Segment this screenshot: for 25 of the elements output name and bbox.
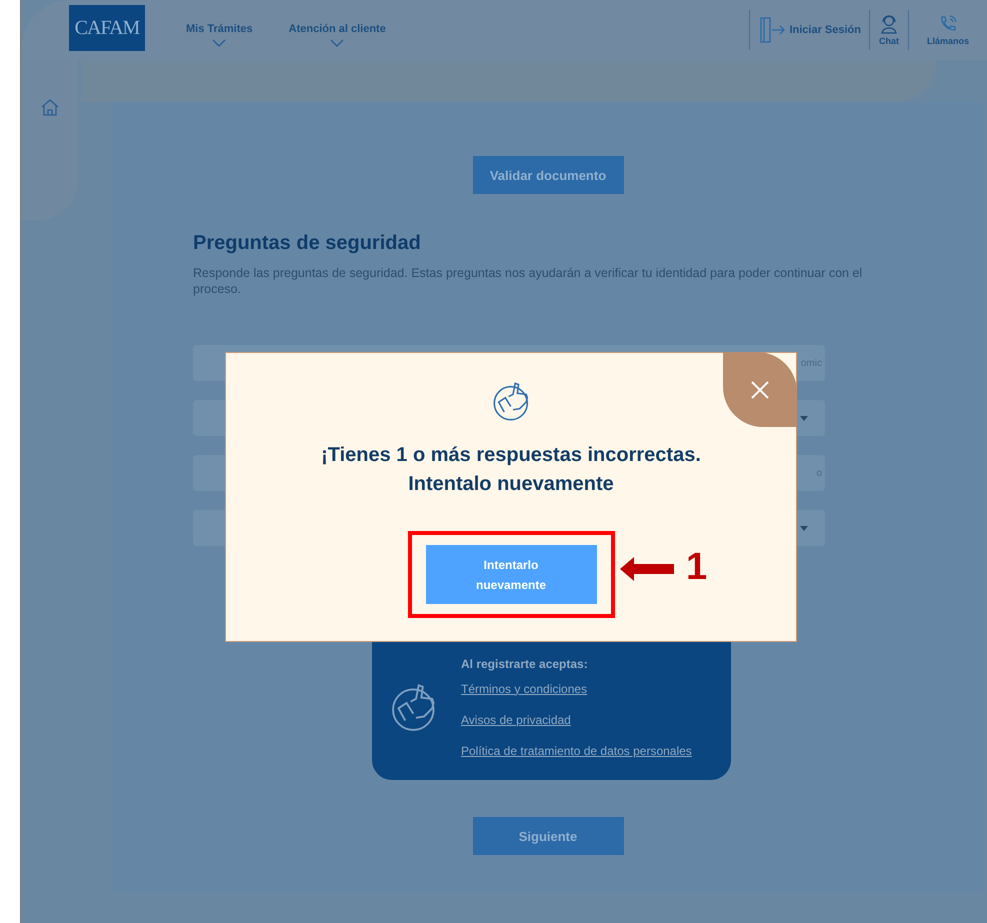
chat-button[interactable]: Chat	[868, 10, 908, 50]
section-title: Preguntas de seguridad	[193, 232, 421, 255]
nav-menu[interactable]: Mis Trámites	[181, 23, 258, 47]
close-button[interactable]	[723, 352, 797, 427]
next-button[interactable]: Siguiente	[472, 817, 624, 855]
error-message: ¡Tienes 1 o más respuestas incorrectas. Intentalo nuevamente	[320, 443, 702, 497]
login-button[interactable]: Iniciar Sesión	[749, 10, 869, 50]
terms-link[interactable]: Términos y condiciones	[461, 682, 692, 696]
logo[interactable]: CAFAM	[69, 5, 145, 51]
chevron-down-icon	[212, 39, 226, 47]
chevron-down-icon	[330, 39, 344, 47]
home-icon[interactable]	[40, 98, 60, 116]
terms-heading: Al registrarte aceptas:	[461, 656, 589, 670]
headset-person-icon	[878, 14, 899, 34]
terms-link[interactable]: Política de tratamiento de datos personales	[461, 744, 692, 758]
arrow-icon	[620, 557, 674, 581]
door-arrow-icon	[758, 16, 786, 44]
description: Responde las preguntas de seguridad. Estas preguntas nos ayudarán a verificar tu identidad para poder continuar con el proceso.	[193, 265, 864, 297]
validate-button[interactable]: Validar documento	[472, 156, 624, 194]
retry-button[interactable]: Intentarlo nuevamente	[426, 545, 596, 604]
close-icon	[750, 380, 770, 400]
step-number: 1	[686, 546, 708, 589]
nav-menu[interactable]: Atención al cliente	[284, 23, 391, 47]
terms-link[interactable]: Avisos de privacidad	[461, 712, 692, 726]
call-button[interactable]: Llámanos	[908, 10, 987, 50]
